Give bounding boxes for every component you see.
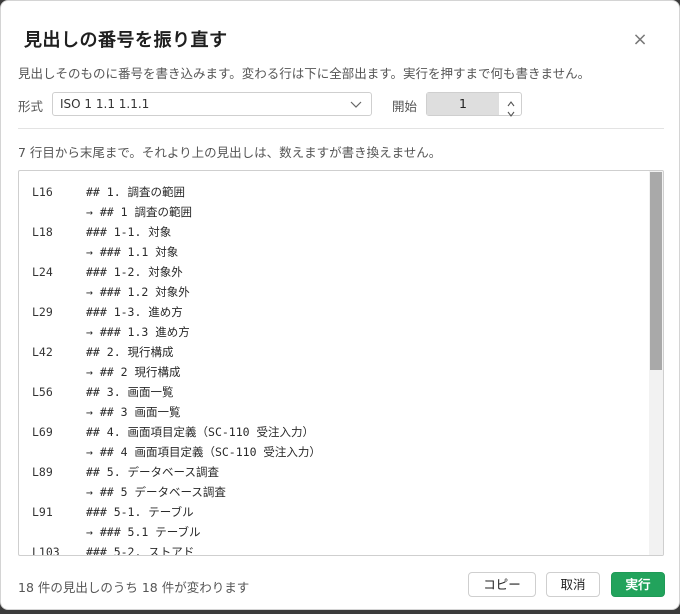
line-number: L29: [32, 305, 53, 319]
heading-text: ### 5-2. ストアド: [86, 545, 195, 556]
range-note: 7 行目から末尾まで。それより上の見出しは、数えますが書き換えません。: [18, 145, 442, 160]
preview-line-original: L56 ## 3. 画面一覧: [19, 382, 647, 402]
chevron-down-icon: [349, 96, 363, 116]
heading-text: → ### 1.3 進め方: [86, 325, 190, 339]
copy-button[interactable]: コピー: [468, 572, 536, 597]
line-number: L42: [32, 345, 53, 359]
heading-text: ### 1-3. 進め方: [86, 305, 183, 319]
heading-text: → ## 3 画面一覧: [86, 405, 181, 419]
chevron-down-icon[interactable]: [506, 104, 516, 117]
heading-text: ### 1-1. 対象: [86, 225, 172, 239]
heading-text: ## 1. 調査の範囲: [86, 185, 186, 199]
run-button[interactable]: 実行: [611, 572, 665, 597]
format-value: ISO 1 1.1 1.1.1: [60, 97, 150, 111]
preview-line-renumbered: → ### 1.2 対象外: [19, 282, 647, 302]
preview-line-renumbered: → ### 1.1 対象: [19, 242, 647, 262]
heading-text: ## 5. データベース調査: [86, 465, 219, 479]
heading-text: → ## 5 データベース調査: [86, 485, 226, 499]
chevron-up-icon[interactable]: [506, 94, 516, 107]
preview-line-original: L24 ### 1-2. 対象外: [19, 262, 647, 282]
line-number: L24: [32, 265, 53, 279]
preview-line-renumbered: → ## 4 画面項目定義（SC-110 受注入力）: [19, 442, 647, 462]
line-number: L69: [32, 425, 53, 439]
heading-text: ### 1-2. 対象外: [86, 265, 183, 279]
heading-text: ### 5-1. テーブル: [86, 505, 194, 519]
heading-text: → ## 2 現行構成: [86, 365, 181, 379]
renumber-headings-dialog: 見出しの番号を振り直す × 見出しそのものに番号を書き込みます。変わる行は下に全…: [0, 0, 680, 610]
line-number: L89: [32, 465, 53, 479]
preview-line-original: L42 ## 2. 現行構成: [19, 342, 647, 362]
preview-line-renumbered: → ## 1 調査の範囲: [19, 202, 647, 222]
heading-text: → ### 5.1 テーブル: [86, 525, 201, 539]
heading-text: → ### 1.1 対象: [86, 245, 179, 259]
preview-line-original: L29 ### 1-3. 進め方: [19, 302, 647, 322]
heading-text: ## 2. 現行構成: [86, 345, 174, 359]
heading-text: → ## 1 調査の範囲: [86, 205, 192, 219]
heading-text: → ### 1.2 対象外: [86, 285, 190, 299]
line-number: L16: [32, 185, 53, 199]
preview-line-original: L18 ### 1-1. 対象: [19, 222, 647, 242]
heading-text: ## 3. 画面一覧: [86, 385, 174, 399]
changes-preview: L16 ## 1. 調査の範囲 → ## 1 調査の範囲 L18 ### 1-1. 対象…: [18, 170, 664, 556]
preview-line-renumbered: → ## 2 現行構成: [19, 362, 647, 382]
preview-line-original: L16 ## 1. 調査の範囲: [19, 182, 647, 202]
line-number: L56: [32, 385, 53, 399]
preview-line-renumbered: → ## 5 データベース調査: [19, 482, 647, 502]
format-label: 形式: [18, 99, 44, 114]
preview-line-renumbered: → ### 1.3 進め方: [19, 322, 647, 342]
scrollbar-thumb[interactable]: [650, 172, 662, 370]
dialog-title: 見出しの番号を振り直す: [24, 30, 228, 51]
cancel-button[interactable]: 取消: [546, 572, 600, 597]
change-count-status: 18 件の見出しのうち 18 件が変わります: [18, 580, 250, 595]
line-number: L103: [32, 545, 60, 556]
start-label: 開始: [392, 99, 418, 114]
preview-line-original: L89 ## 5. データベース調査: [19, 462, 647, 482]
preview-line-original: L103 ### 5-2. ストアド: [19, 542, 647, 556]
divider: [18, 128, 664, 129]
line-number: L91: [32, 505, 53, 519]
heading-text: → ## 4 画面項目定義（SC-110 受注入力）: [86, 445, 321, 459]
preview-lines: L16 ## 1. 調査の範囲 → ## 1 調査の範囲 L18 ### 1-1. 対象…: [19, 182, 647, 556]
options-row: 形式 ISO 1 1.1 1.1.1 開始 1: [18, 92, 668, 117]
dialog-description: 見出しそのものに番号を書き込みます。変わる行は下に全部出ます。実行を押すまで何も…: [18, 66, 591, 81]
line-number: L18: [32, 225, 53, 239]
close-icon[interactable]: ×: [629, 29, 651, 51]
start-number-input[interactable]: 1: [427, 93, 499, 115]
heading-text: ## 4. 画面項目定義（SC-110 受注入力）: [86, 425, 315, 439]
start-stepper: 1: [426, 92, 522, 117]
format-select[interactable]: ISO 1 1.1 1.1.1: [52, 92, 372, 116]
preview-line-original: L91 ### 5-1. テーブル: [19, 502, 647, 522]
preview-line-renumbered: → ## 3 画面一覧: [19, 402, 647, 422]
scrollbar-track[interactable]: [649, 171, 663, 555]
preview-line-original: L69 ## 4. 画面項目定義（SC-110 受注入力）: [19, 422, 647, 442]
preview-line-renumbered: → ### 5.1 テーブル: [19, 522, 647, 542]
